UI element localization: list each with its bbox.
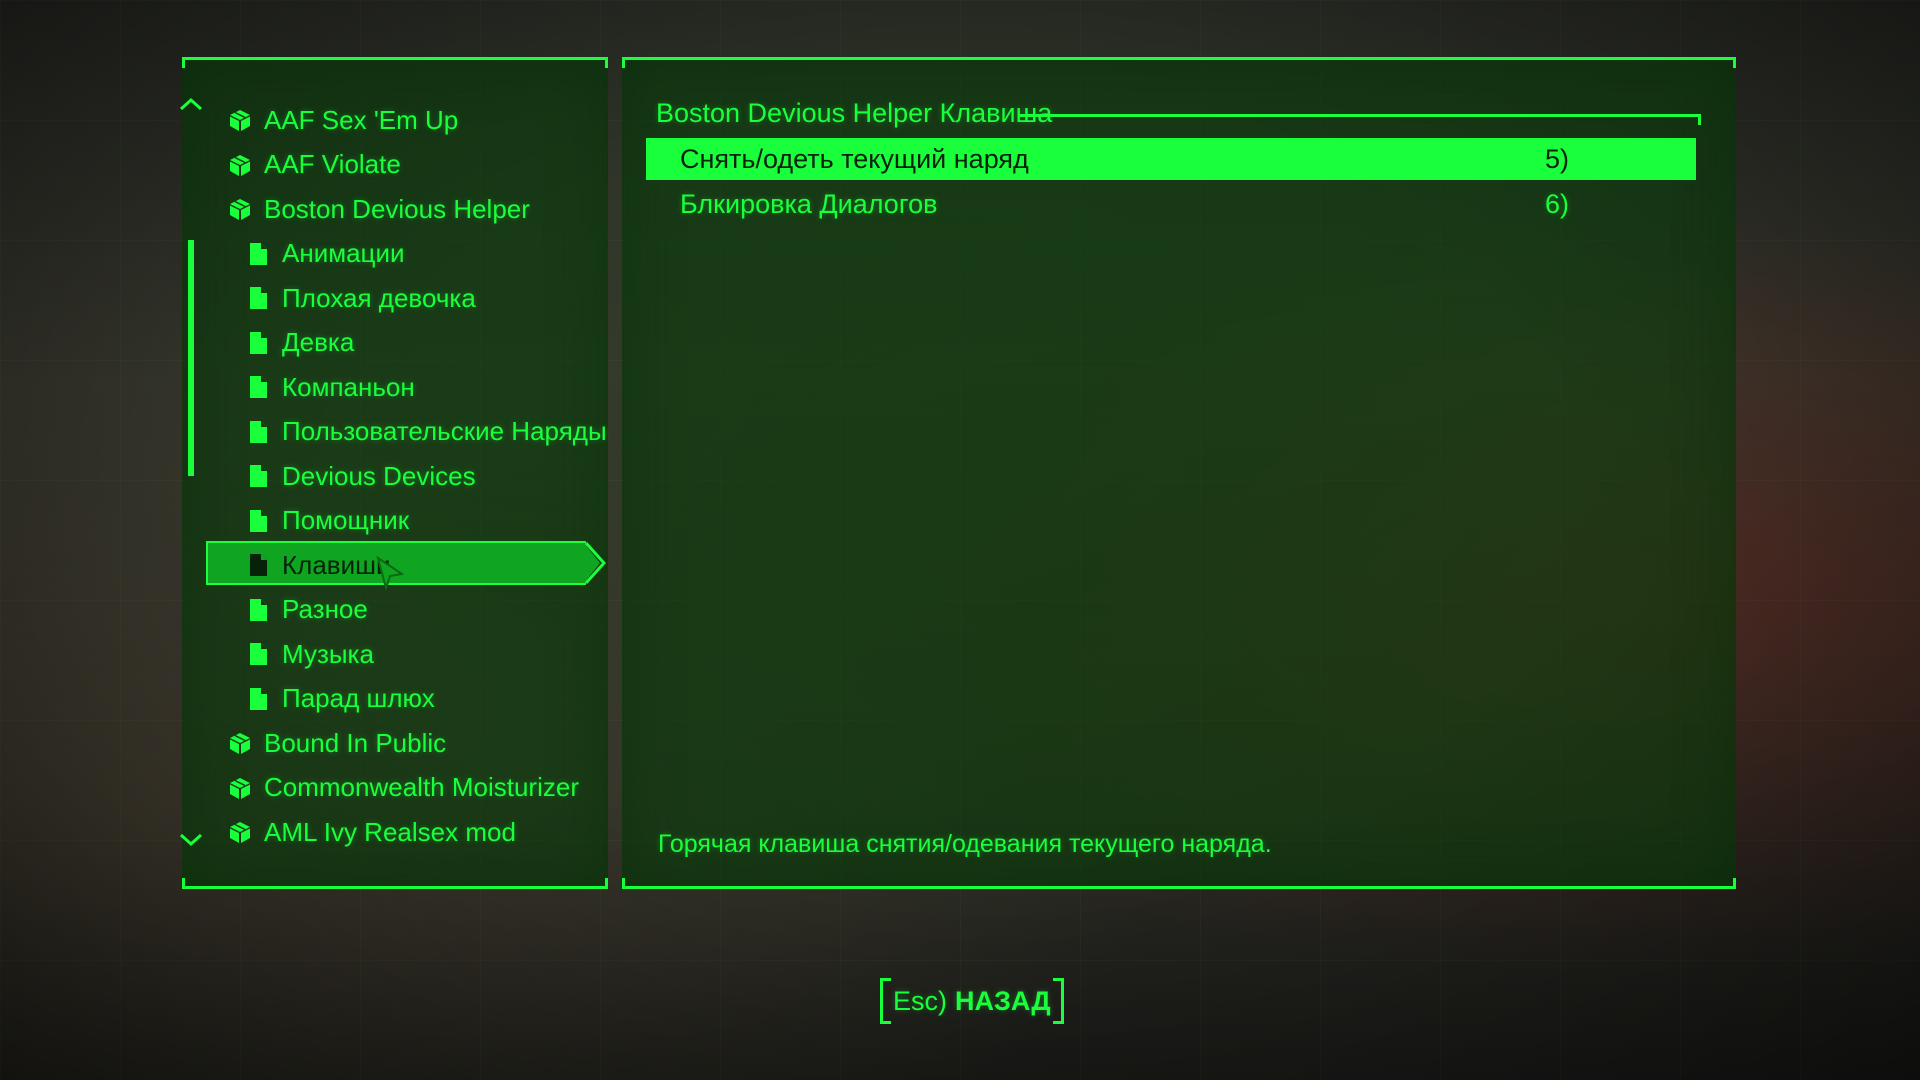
mod-page-item[interactable]: Компаньон [206, 365, 616, 410]
back-button[interactable]: Esc) НАЗАД [880, 978, 1064, 1024]
section-header: Boston Devious Helper Клавиша [656, 98, 1053, 128]
mod-list-item-label: Парад шлюх [282, 683, 435, 714]
mod-list-item[interactable]: Commonwealth Moisturizer [206, 766, 616, 811]
mod-list: AAF Sex 'Em Up AAF Violate Boston Devious … [206, 98, 616, 855]
package-icon [228, 108, 252, 132]
mod-page-item[interactable]: Помощник [206, 499, 616, 544]
setting-value: 6) [1545, 188, 1570, 219]
mod-page-item[interactable]: Музыка [206, 632, 616, 677]
mod-list-item-label: Пользовательские Наряды [282, 416, 607, 447]
setting-description: Горячая клавиша снятия/одевания текущего… [658, 830, 1272, 858]
mod-list-item-label: Девка [282, 327, 355, 358]
mod-page-item[interactable]: Плохая девочка [206, 276, 616, 321]
mod-list-item[interactable]: Bound In Public [206, 721, 616, 766]
page-icon [246, 375, 270, 399]
package-icon [228, 776, 252, 800]
setting-label: Блкировка Диалогов [680, 188, 938, 219]
package-icon [228, 820, 252, 844]
mod-page-item[interactable]: Парад шлюх [206, 677, 616, 722]
page-icon [246, 687, 270, 711]
section-divider [1018, 114, 1701, 125]
mod-list-item-label: Разное [282, 594, 368, 625]
mod-list-item-label: AAF Sex 'Em Up [264, 104, 459, 135]
setting-row-dialog-lock[interactable]: Блкировка Диалогов 6) [646, 183, 1696, 225]
mod-list-item-label: Плохая девочка [282, 282, 476, 313]
mod-page-item[interactable]: Анимации [206, 232, 616, 277]
page-icon [246, 242, 270, 266]
mod-page-item[interactable]: Девка [206, 321, 616, 366]
page-icon [246, 286, 270, 310]
package-icon [228, 731, 252, 755]
mod-page-item[interactable]: Разное [206, 588, 616, 633]
page-icon [246, 642, 270, 666]
mod-list-item-label: Клавиши [282, 549, 391, 580]
mod-list-item[interactable]: Boston Devious Helper [206, 187, 616, 232]
package-icon [228, 153, 252, 177]
mod-list-item-label: Devious Devices [282, 460, 476, 491]
scrollbar-thumb[interactable] [188, 240, 194, 476]
settings-panel [622, 57, 1736, 889]
chevron-up-icon[interactable] [178, 92, 204, 118]
mod-list-item-label: Анимации [282, 238, 405, 269]
mod-list-item-label: Помощник [282, 505, 410, 536]
cursor-icon [376, 556, 404, 590]
mod-page-item[interactable]: Devious Devices [206, 454, 616, 499]
mod-list-item-label: AAF Violate [264, 149, 401, 180]
setting-label: Снять/одеть текущий наряд [680, 143, 1029, 174]
mod-list-item[interactable]: AAF Sex 'Em Up [206, 98, 616, 143]
mod-page-item[interactable]: Пользовательские Наряды [206, 410, 616, 455]
chevron-down-icon[interactable] [178, 826, 204, 852]
mod-list-item-label: Bound In Public [264, 727, 447, 758]
mod-list-item-label: Commonwealth Moisturizer [264, 772, 579, 803]
back-label: НАЗАД [955, 985, 1051, 1016]
page-icon [246, 598, 270, 622]
page-icon [246, 331, 270, 355]
setting-value: 5) [1545, 143, 1570, 174]
package-icon [228, 197, 252, 221]
mod-list-item[interactable]: AML Ivy Realsex mod [206, 810, 616, 855]
page-icon [246, 509, 270, 533]
page-icon [246, 420, 270, 444]
mod-page-item[interactable]: Клавиши [206, 543, 616, 588]
mod-list-item-label: Boston Devious Helper [264, 193, 530, 224]
page-icon [246, 553, 270, 577]
mod-list-item-label: AML Ivy Realsex mod [264, 816, 516, 847]
mod-list-item-label: Музыка [282, 638, 374, 669]
page-icon [246, 464, 270, 488]
mod-list-item[interactable]: AAF Violate [206, 143, 616, 188]
setting-row-outfit-hotkey[interactable]: Снять/одеть текущий наряд 5) [646, 138, 1696, 180]
mod-list-item-label: Компаньон [282, 371, 415, 402]
back-key-hint: Esc) [893, 985, 947, 1016]
